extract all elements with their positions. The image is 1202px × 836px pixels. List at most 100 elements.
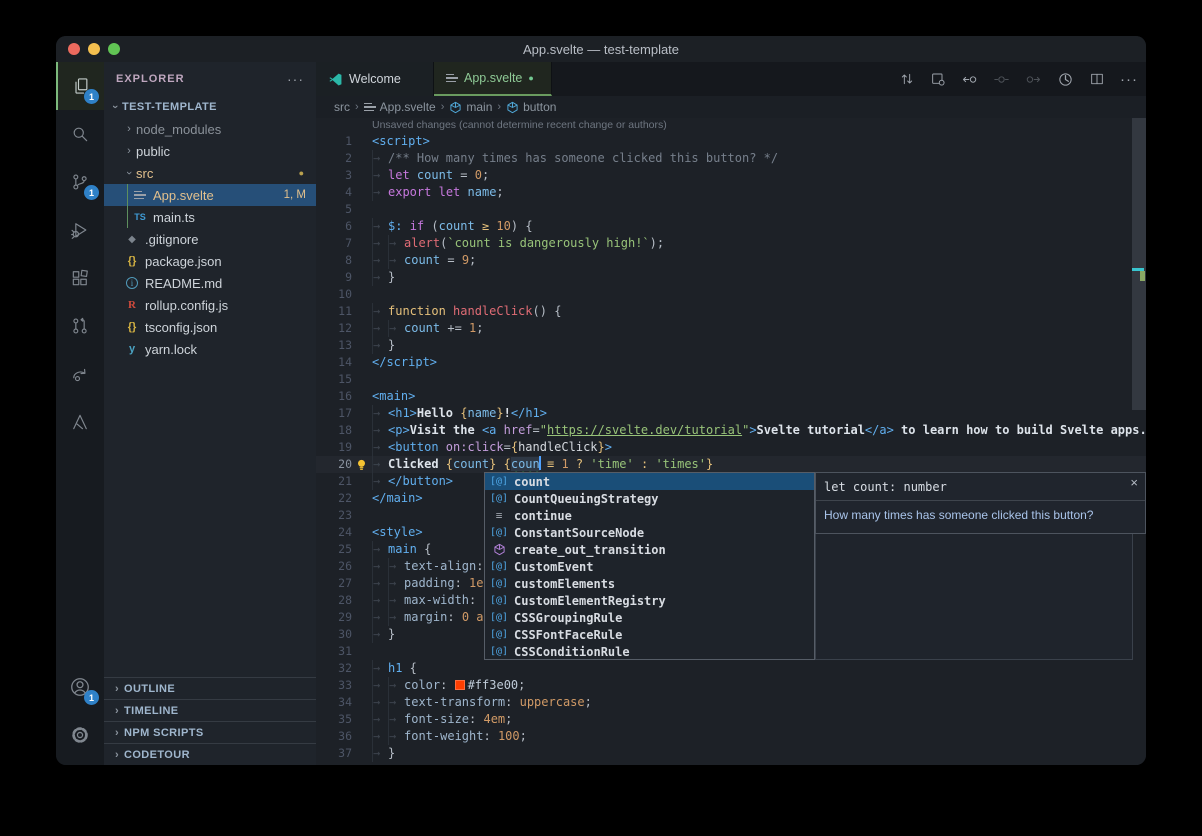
suggestion-cssgroupingrule[interactable]: [@]CSSGroupingRule	[485, 609, 814, 626]
code-line-13[interactable]: 13→}	[316, 337, 1146, 354]
suggestion-constantsourcenode[interactable]: [@]ConstantSourceNode	[485, 524, 814, 541]
code-line-3[interactable]: 3→let count = 0;	[316, 167, 1146, 184]
code-line-12[interactable]: 12→→count += 1;	[316, 320, 1146, 337]
badge: 1	[84, 690, 99, 705]
suggestion-cssconditionrule[interactable]: [@]CSSConditionRule	[485, 643, 814, 660]
activity-search-icon[interactable]	[56, 110, 104, 158]
code-line-37[interactable]: 37→}	[316, 745, 1146, 762]
activity-azure-icon[interactable]	[56, 398, 104, 446]
symbol-variable-icon: [@]	[489, 561, 509, 572]
file-public[interactable]: ›public	[104, 140, 316, 162]
file-package-json[interactable]: {}package.json	[104, 250, 316, 272]
line-number: 6	[316, 218, 352, 235]
previous-change-icon[interactable]	[961, 71, 978, 88]
code-line-6[interactable]: 6→$: if (count ≥ 10) {	[316, 218, 1146, 235]
title-bar[interactable]: App.svelte — test-template	[56, 36, 1146, 62]
file-main-ts[interactable]: TSmain.ts	[104, 206, 316, 228]
activity-run-debug-icon[interactable]	[56, 206, 104, 254]
breadcrumb-app-svelte[interactable]: App.svelte	[364, 100, 436, 114]
activity-extensions-icon[interactable]	[56, 254, 104, 302]
close-window-button[interactable]	[68, 43, 80, 55]
open-changes-icon[interactable]	[930, 71, 946, 87]
breadcrumb: src›App.svelte›main›button	[316, 96, 1146, 118]
suggestion-label: CountQueuingStrategy	[514, 492, 659, 506]
symbol-keyword-icon: ≡	[489, 509, 509, 522]
code-line-9[interactable]: 9→}	[316, 269, 1146, 286]
file-tsconfig-json[interactable]: {}tsconfig.json	[104, 316, 316, 338]
file-rollup-config-js[interactable]: Rrollup.config.js	[104, 294, 316, 316]
tab-app-svelte[interactable]: App.svelte●	[434, 62, 552, 96]
code-line-10[interactable]: 10	[316, 286, 1146, 303]
code-line-35[interactable]: 35→→font-size: 4em;	[316, 711, 1146, 728]
minimize-window-button[interactable]	[88, 43, 100, 55]
tree-root-test-template[interactable]: › TEST-TEMPLATE	[104, 96, 316, 118]
scrollbar-thumb[interactable]	[1132, 118, 1146, 410]
suggestion-customelementregistry[interactable]: [@]CustomElementRegistry	[485, 592, 814, 609]
symbol-variable-icon: [@]	[489, 595, 509, 606]
line-number: 13	[316, 337, 352, 354]
file-app-svelte[interactable]: App.svelte1, M	[104, 184, 316, 206]
code-line-19[interactable]: 19→<button on:click={handleClick}>	[316, 439, 1146, 456]
code-line-18[interactable]: 18→<p>Visit the <a href="https://svelte.…	[316, 422, 1146, 439]
suggestion-count[interactable]: [@]count	[485, 473, 814, 490]
code-line-15[interactable]: 15	[316, 371, 1146, 388]
more-actions-icon[interactable]: ···	[1120, 71, 1138, 88]
current-change-icon[interactable]	[993, 71, 1010, 88]
code-line-2[interactable]: 2→/** How many times has someone clicked…	[316, 150, 1146, 167]
section-timeline[interactable]: ›TIMELINE	[104, 699, 316, 721]
suggestion-countqueuingstrategy[interactable]: [@]CountQueuingStrategy	[485, 490, 814, 507]
code-editor[interactable]: Unsaved changes (cannot determine recent…	[316, 118, 1146, 765]
code-line-17[interactable]: 17→<h1>Hello {name}!</h1>	[316, 405, 1146, 422]
suggestion-customelements[interactable]: [@]customElements	[485, 575, 814, 592]
code-line-33[interactable]: 33→→color: #ff3e00;	[316, 677, 1146, 694]
code-line-14[interactable]: 14</script>	[316, 354, 1146, 371]
file--gitignore[interactable]: ◆.gitignore	[104, 228, 316, 250]
code-line-7[interactable]: 7→→alert(`count is dangerously high!`);	[316, 235, 1146, 252]
section-npm-scripts[interactable]: ›NPM SCRIPTS	[104, 721, 316, 743]
activity-explorer-icon[interactable]: 1	[56, 62, 104, 110]
explorer-sidebar: EXPLORER ··· › TEST-TEMPLATE ›node_modul…	[104, 62, 316, 765]
file-yarn-lock[interactable]: yyarn.lock	[104, 338, 316, 360]
root-folder-label: TEST-TEMPLATE	[122, 101, 217, 113]
code-line-32[interactable]: 32→h1 {	[316, 660, 1146, 677]
suggestion-continue[interactable]: ≡continue	[485, 507, 814, 524]
code-line-5[interactable]: 5	[316, 201, 1146, 218]
code-line-36[interactable]: 36→→font-weight: 100;	[316, 728, 1146, 745]
suggestion-customevent[interactable]: [@]CustomEvent	[485, 558, 814, 575]
suggestion-label: ConstantSourceNode	[514, 526, 644, 540]
file-node-modules[interactable]: ›node_modules	[104, 118, 316, 140]
suggestion-cssfontfacerule[interactable]: [@]CSSFontFaceRule	[485, 626, 814, 643]
file-src[interactable]: ›src●	[104, 162, 316, 184]
code-line-11[interactable]: 11→function handleClick() {	[316, 303, 1146, 320]
breadcrumb-button[interactable]: button	[506, 100, 556, 114]
code-line-8[interactable]: 8→→count = 9;	[316, 252, 1146, 269]
gitlens-compare-icon[interactable]	[899, 71, 915, 87]
activity-github-pull-requests-icon[interactable]	[56, 302, 104, 350]
breadcrumb-main[interactable]: main	[449, 100, 492, 114]
line-number: 3	[316, 167, 352, 184]
line-number: 24	[316, 524, 352, 541]
section-outline[interactable]: ›OUTLINE	[104, 677, 316, 699]
file-readme-md[interactable]: iREADME.md	[104, 272, 316, 294]
timeline-icon[interactable]	[1057, 71, 1074, 88]
activity-settings-icon[interactable]	[56, 711, 104, 759]
code-line-4[interactable]: 4→export let name;	[316, 184, 1146, 201]
breadcrumb-src[interactable]: src	[334, 100, 350, 114]
activity-accounts-icon[interactable]: 1	[56, 663, 104, 711]
activity-source-control-icon[interactable]: 1	[56, 158, 104, 206]
activity-live-share-icon[interactable]	[56, 350, 104, 398]
code-line-34[interactable]: 34→→text-transform: uppercase;	[316, 694, 1146, 711]
chevron-icon: ›	[123, 166, 135, 180]
code-line-16[interactable]: 16<main>	[316, 388, 1146, 405]
split-editor-icon[interactable]	[1089, 71, 1105, 87]
overview-ruler-change-marker	[1140, 271, 1145, 281]
code-line-1[interactable]: 1<script>	[316, 133, 1146, 150]
section-codetour[interactable]: ›CODETOUR	[104, 743, 316, 765]
suggestion-create_out_transition[interactable]: create_out_transition	[485, 541, 814, 558]
code-line-20[interactable]: 20→Clicked {count} {coun ≡ 1 ? 'time' : …	[316, 456, 1146, 473]
close-icon[interactable]: ×	[1130, 475, 1138, 490]
tab-welcome[interactable]: Welcome	[316, 62, 434, 96]
explorer-more-actions-icon[interactable]: ···	[287, 71, 304, 87]
zoom-window-button[interactable]	[108, 43, 120, 55]
next-change-icon[interactable]	[1025, 71, 1042, 88]
